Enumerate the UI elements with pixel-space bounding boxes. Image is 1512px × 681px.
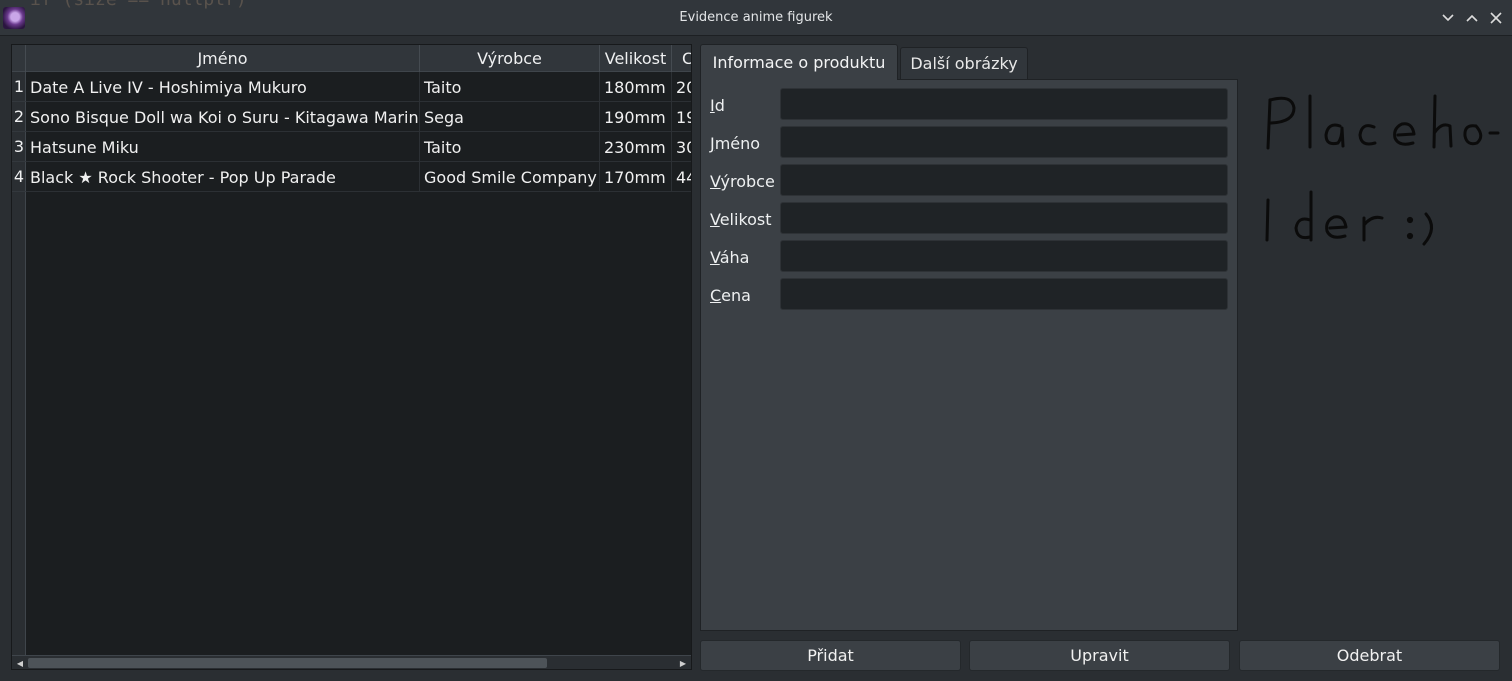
cell-manufacturer[interactable]: Taito [420, 132, 600, 162]
cell-price[interactable]: 30 [672, 132, 691, 162]
title-bar: if (size == nullptr) Evidence anime figu… [0, 0, 1512, 36]
manufacturer-field[interactable] [780, 164, 1228, 196]
table-header: Jméno Výrobce Velikost C [12, 45, 691, 72]
label-price: Cena [710, 286, 751, 305]
table-row[interactable]: Date A Live IV - Hoshimiya Mukuro Taito … [26, 72, 691, 102]
cell-manufacturer[interactable]: Good Smile Company [420, 162, 600, 192]
scroll-right-icon[interactable]: ▶ [677, 657, 689, 669]
figurine-table[interactable]: Jméno Výrobce Velikost C 1 2 3 4 Date A … [11, 44, 692, 670]
cell-size[interactable]: 230mm [600, 132, 672, 162]
cell-price[interactable]: 19 [672, 102, 691, 132]
maximize-icon[interactable] [1463, 9, 1481, 27]
column-header-manufacturer[interactable]: Výrobce [420, 45, 600, 72]
background-code-text: if (size == nullptr) [30, 0, 247, 10]
label-manufacturer: Výrobce [710, 172, 775, 191]
horizontal-scrollbar[interactable]: ◀ ▶ [12, 655, 691, 669]
cell-name[interactable]: Sono Bisque Doll wa Koi o Suru - Kitagaw… [26, 102, 420, 132]
size-field[interactable] [780, 202, 1228, 234]
cell-name[interactable]: Black ★ Rock Shooter - Pop Up Parade [26, 162, 420, 192]
label-weight: Váha [710, 248, 750, 267]
cell-name[interactable]: Date A Live IV - Hoshimiya Mukuro [26, 72, 420, 102]
add-button[interactable]: Přidat [700, 640, 961, 671]
row-header-column: 1 2 3 4 [12, 72, 26, 657]
column-header-size[interactable]: Velikost [600, 45, 672, 72]
close-icon[interactable] [1487, 9, 1505, 27]
cell-name[interactable]: Hatsune Miku [26, 132, 420, 162]
corner-button[interactable] [12, 45, 26, 72]
cell-size[interactable]: 180mm [600, 72, 672, 102]
cell-price[interactable]: 44 [672, 162, 691, 192]
name-field[interactable] [780, 126, 1228, 158]
edit-button[interactable]: Upravit [969, 640, 1230, 671]
remove-button[interactable]: Odebrat [1239, 640, 1500, 671]
label-name: Jméno [710, 134, 761, 153]
cell-manufacturer[interactable]: Taito [420, 72, 600, 102]
scrollbar-thumb[interactable] [28, 658, 547, 668]
tab-product-info[interactable]: Informace o produktu [700, 44, 898, 80]
weight-field[interactable] [780, 240, 1228, 272]
cell-manufacturer[interactable]: Sega [420, 102, 600, 132]
minimize-icon[interactable] [1439, 9, 1457, 27]
cell-size[interactable]: 170mm [600, 162, 672, 192]
row-number[interactable]: 2 [12, 102, 26, 132]
tab-more-images[interactable]: Další obrázky [900, 47, 1028, 79]
cell-size[interactable]: 190mm [600, 102, 672, 132]
row-number[interactable]: 1 [12, 72, 26, 102]
row-number[interactable]: 3 [12, 132, 26, 162]
price-field[interactable] [780, 278, 1228, 310]
product-info-panel: Id Jméno Výrobce Velikost Váha Cena [700, 79, 1238, 631]
table-row[interactable]: Hatsune Miku Taito 230mm 30 [26, 132, 691, 162]
id-field[interactable] [780, 88, 1228, 120]
label-id: Id [710, 96, 725, 115]
row-number[interactable]: 4 [12, 162, 26, 192]
label-size: Velikost [710, 210, 772, 229]
window-title: Evidence anime figurek [679, 10, 833, 25]
cell-price[interactable]: 20 [672, 72, 691, 102]
product-image-placeholder [1240, 80, 1512, 280]
column-header-name[interactable]: Jméno [26, 45, 420, 72]
table-row[interactable]: Black ★ Rock Shooter - Pop Up Parade Goo… [26, 162, 691, 192]
scroll-left-icon[interactable]: ◀ [14, 657, 26, 669]
column-header-price[interactable]: C [672, 45, 691, 72]
table-row[interactable]: Sono Bisque Doll wa Koi o Suru - Kitagaw… [26, 102, 691, 132]
